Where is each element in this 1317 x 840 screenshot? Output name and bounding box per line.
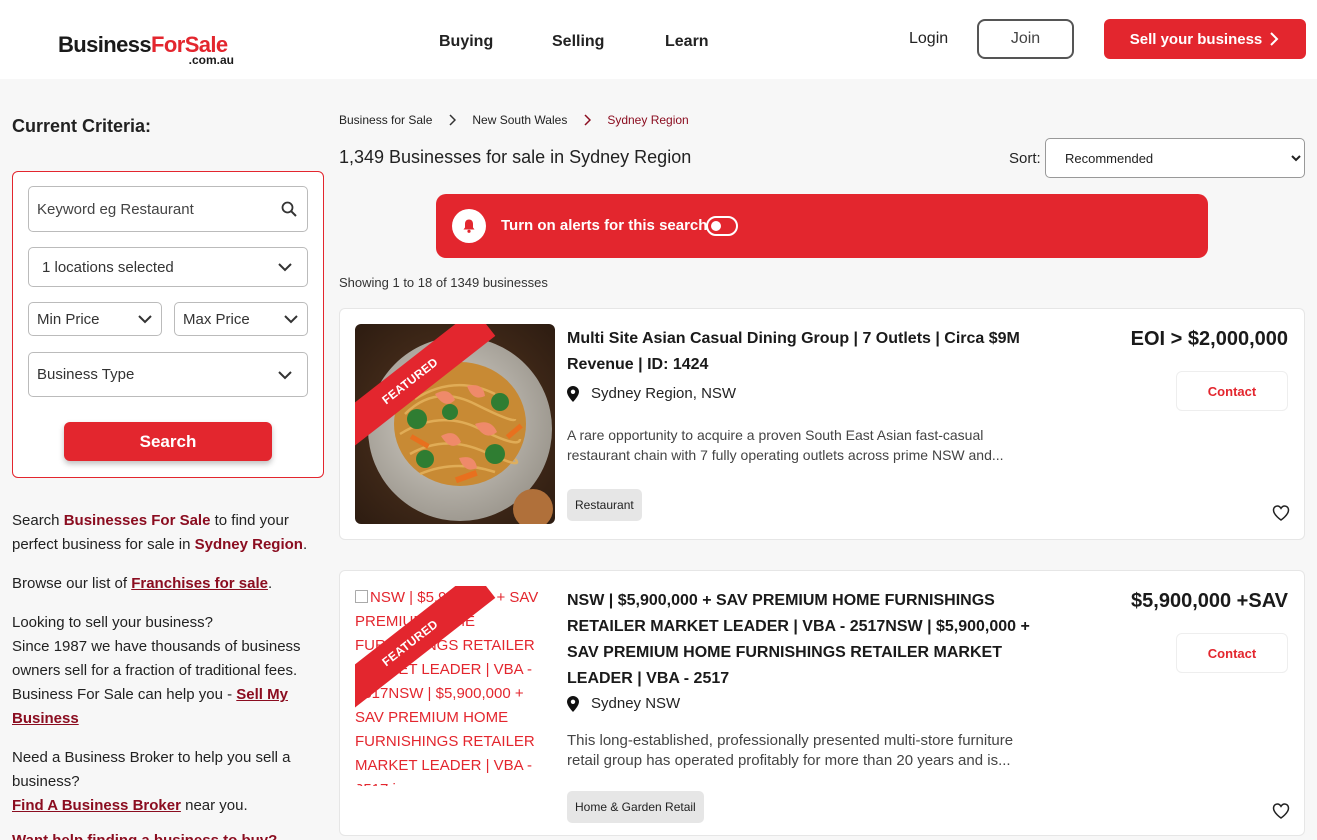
chevron-right-icon — [584, 114, 592, 126]
max-price-select[interactable]: Max Price — [174, 302, 308, 336]
search-alert-banner: Turn on alerts for this search — [436, 194, 1208, 258]
listing-card[interactable]: FEATURED Multi Site Asian Casual Dining … — [339, 308, 1305, 540]
locations-select[interactable]: 1 locations selected — [28, 247, 308, 287]
sidebar-intro-text: Search Businesses For Sale to find your … — [12, 512, 308, 553]
login-link[interactable]: Login — [909, 30, 948, 48]
chevron-right-icon — [449, 114, 457, 126]
listing-title[interactable]: NSW | $5,900,000 + SAV PREMIUM HOME FURN… — [567, 588, 1047, 692]
showing-count: Showing 1 to 18 of 1349 businesses — [339, 275, 548, 290]
alert-text: Turn on alerts for this search — [501, 217, 708, 234]
alert-toggle[interactable] — [706, 216, 738, 236]
site-header: BusinessForSale .com.au Buying Selling L… — [0, 0, 1317, 79]
sidebar-franchise-text: Browse our list of Franchises for sale. — [12, 575, 273, 592]
nav-learn[interactable]: Learn — [665, 33, 709, 51]
site-logo[interactable]: BusinessForSale .com.au — [58, 33, 238, 69]
listing-location: Sydney NSW — [567, 695, 680, 712]
listing-price: $5,900,000 +SAV — [1131, 590, 1288, 612]
keyword-field[interactable] — [28, 186, 308, 232]
logo-o-mark: o — [163, 32, 177, 57]
find-broker-link[interactable]: Find A Business Broker — [12, 797, 181, 814]
chevron-right-icon — [1270, 32, 1279, 46]
search-button[interactable]: Search — [64, 422, 272, 461]
min-price-select[interactable]: Min Price — [28, 302, 162, 336]
chevron-down-icon — [138, 315, 152, 324]
heart-icon[interactable] — [1272, 803, 1290, 819]
sidebar-broker-text: Need a Business Broker to help you sell … — [12, 749, 291, 814]
broken-image-icon — [355, 590, 368, 603]
chevron-down-icon — [278, 370, 292, 379]
breadcrumb-business-for-sale[interactable]: Business for Sale — [339, 113, 432, 127]
nav-selling[interactable]: Selling — [552, 33, 604, 51]
current-criteria-title: Current Criteria: — [12, 116, 152, 136]
nav-buying[interactable]: Buying — [439, 33, 493, 51]
keyword-input[interactable] — [37, 200, 299, 218]
sort-select[interactable]: Recommended — [1045, 138, 1305, 178]
logo-domain: .com.au — [188, 53, 234, 67]
sort-label: Sort: — [1009, 150, 1041, 167]
sidebar-help-text[interactable]: Want help finding a business to buy? — [12, 829, 312, 840]
heart-icon[interactable] — [1272, 505, 1290, 521]
sidebar-sell-text: Looking to sell your business? Since 198… — [12, 614, 301, 727]
listing-image[interactable]: NSW | $5,900,000 + SAV PREMIUM HOME FURN… — [355, 586, 555, 786]
breadcrumb: Business for Sale New South Wales Sydney… — [339, 113, 689, 127]
listing-price: EOI > $2,000,000 — [1130, 328, 1288, 350]
breadcrumb-sydney-region[interactable]: Sydney Region — [607, 113, 688, 127]
listing-title[interactable]: Multi Site Asian Casual Dining Group | 7… — [567, 326, 1047, 378]
results-count-title: 1,349 Businesses for sale in Sydney Regi… — [339, 147, 692, 167]
listing-category-tag: Restaurant — [567, 489, 642, 521]
search-icon[interactable] — [281, 201, 297, 217]
chevron-down-icon — [284, 315, 298, 324]
join-button[interactable]: Join — [977, 19, 1074, 59]
listing-location: Sydney Region, NSW — [567, 385, 736, 402]
bell-icon — [452, 209, 486, 243]
franchises-link[interactable]: Franchises for sale — [131, 575, 268, 592]
contact-button[interactable]: Contact — [1176, 633, 1288, 673]
listing-category-tag: Home & Garden Retail — [567, 791, 704, 823]
listing-card[interactable]: NSW | $5,900,000 + SAV PREMIUM HOME FURN… — [339, 570, 1305, 836]
listing-description: A rare opportunity to acquire a proven S… — [567, 427, 1004, 463]
map-pin-icon — [567, 385, 579, 402]
listing-image[interactable]: FEATURED — [355, 324, 555, 524]
contact-button[interactable]: Contact — [1176, 371, 1288, 411]
toggle-knob — [711, 221, 721, 231]
chevron-down-icon — [278, 263, 292, 272]
map-pin-icon — [567, 695, 579, 712]
business-type-select[interactable]: Business Type — [28, 352, 308, 397]
listing-description: This long-established, professionally pr… — [567, 732, 1014, 769]
breadcrumb-new-south-wales[interactable]: New South Wales — [472, 113, 567, 127]
sell-your-business-button[interactable]: Sell your business — [1104, 19, 1306, 59]
